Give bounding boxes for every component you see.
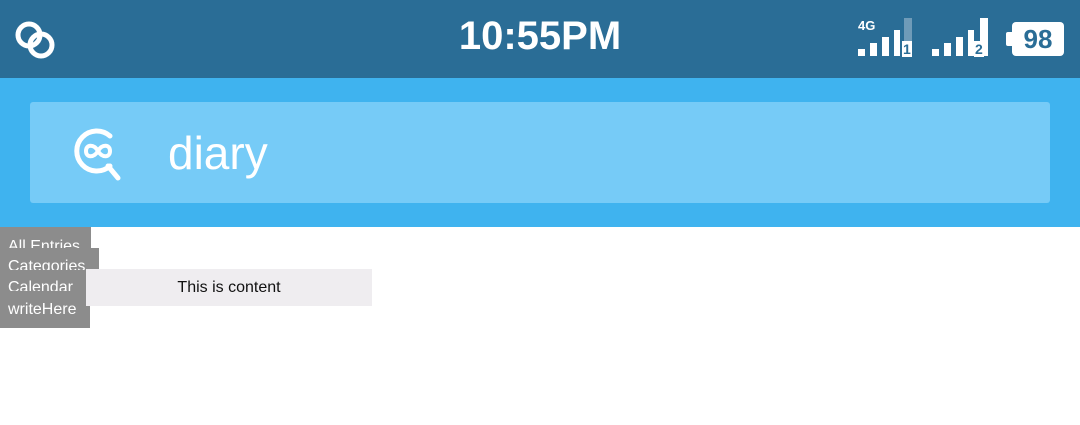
app-title: diary: [168, 127, 268, 179]
search-infinity-logo-icon: [74, 128, 121, 181]
sim1-label: 1: [902, 41, 912, 57]
status-bar: 10:55PM 4G 1 2 98: [0, 0, 1080, 78]
content-text: This is content: [86, 269, 372, 306]
signal-sim1-icon: 4G 1: [858, 18, 918, 57]
menu-item-write-here[interactable]: writeHere: [0, 291, 90, 328]
sim2-label: 2: [974, 41, 984, 57]
network-type-label: 4G: [858, 18, 876, 33]
battery-level: 98: [1012, 22, 1064, 56]
battery-icon: 98: [1006, 22, 1064, 56]
app-header: diary: [0, 78, 1080, 227]
status-time: 10:55PM: [458, 14, 622, 58]
signal-sim2-icon: 2: [932, 18, 992, 57]
app-header-panel: diary: [30, 102, 1050, 203]
